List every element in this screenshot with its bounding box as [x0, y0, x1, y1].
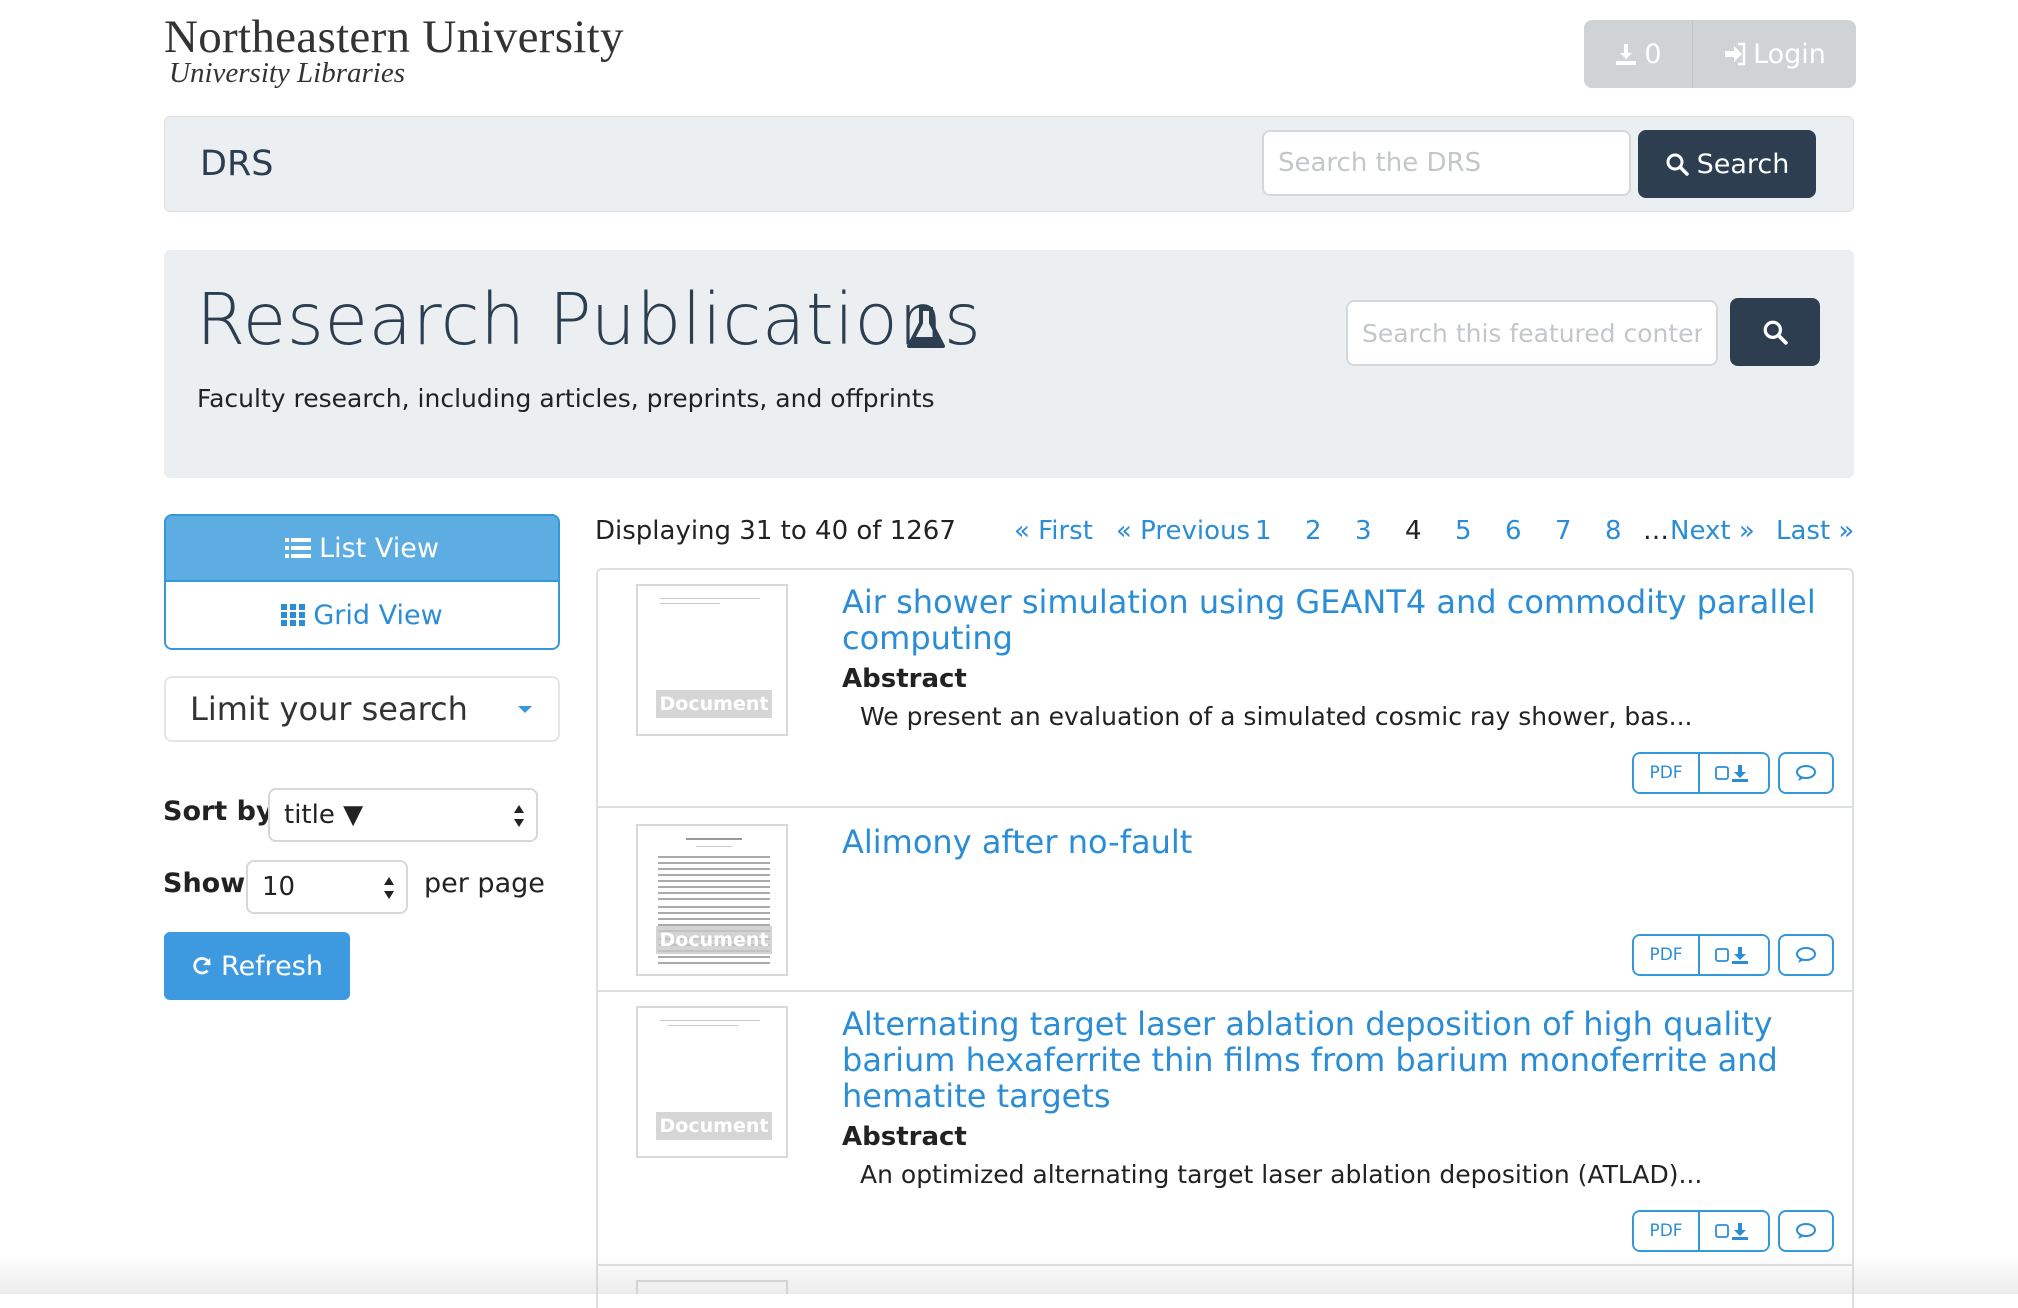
drs-home-link[interactable]: DRS: [200, 144, 274, 184]
grid-icon: [281, 604, 306, 626]
search-icon: [1666, 153, 1689, 176]
list-view-button[interactable]: List View: [164, 514, 560, 582]
refresh-icon: [193, 957, 211, 975]
list-view-label: List View: [319, 532, 439, 564]
limit-search-dropdown[interactable]: Limit your search: [164, 676, 560, 742]
download-queue-button[interactable]: 0: [1584, 20, 1693, 88]
abstract-heading: Abstract: [842, 1122, 967, 1152]
list-icon: [285, 538, 312, 558]
collection-description: Faculty research, including articles, pr…: [197, 384, 935, 413]
add-to-download-button[interactable]: [1700, 754, 1768, 792]
document-label: Document: [656, 926, 772, 954]
abstract-heading: Abstract: [842, 664, 967, 694]
checkbox-download-icon: [1715, 765, 1748, 782]
login-label: Login: [1753, 38, 1826, 70]
featured-search-button[interactable]: [1730, 298, 1820, 366]
pagination-page[interactable]: 7: [1555, 516, 1572, 546]
drs-search-input[interactable]: [1262, 130, 1631, 196]
checkbox-download-icon: [1715, 947, 1748, 964]
pagination-page[interactable]: 1: [1255, 516, 1272, 546]
checkbox-download-icon: [1715, 1223, 1748, 1240]
pagination-first[interactable]: « First: [1014, 516, 1093, 546]
featured-search-input[interactable]: [1346, 300, 1718, 366]
login-button[interactable]: Login: [1693, 20, 1856, 88]
results-count: Displaying 31 to 40 of 1267: [595, 516, 956, 546]
comment-icon: [1796, 1223, 1816, 1239]
grid-view-label: Grid View: [313, 599, 443, 631]
comment-button[interactable]: [1778, 934, 1834, 976]
university-name[interactable]: Northeastern University: [164, 10, 624, 64]
per-page-label: per page: [424, 868, 545, 899]
chevron-down-icon: [518, 706, 532, 713]
download-group: PDF: [1632, 1210, 1770, 1252]
bottom-shadow: [0, 1254, 2018, 1294]
select-arrows-icon: [514, 805, 524, 827]
comment-icon: [1796, 765, 1816, 781]
comment-button[interactable]: [1778, 1210, 1834, 1252]
per-page-select[interactable]: 10: [246, 860, 408, 914]
pagination-next[interactable]: Next »: [1670, 516, 1755, 546]
flask-icon: [907, 307, 945, 348]
pagination-previous[interactable]: « Previous: [1116, 516, 1250, 546]
pdf-button[interactable]: PDF: [1634, 936, 1700, 974]
pdf-button[interactable]: PDF: [1634, 1212, 1700, 1250]
result-actions: PDF: [1632, 934, 1834, 976]
pagination-page[interactable]: 5: [1455, 516, 1472, 546]
refresh-label: Refresh: [221, 950, 323, 982]
user-toolbar: 0 Login: [1584, 20, 1856, 88]
add-to-download-button[interactable]: [1700, 1212, 1768, 1250]
pagination-current-page: 4: [1405, 516, 1422, 546]
download-group: PDF: [1632, 752, 1770, 794]
pagination-page[interactable]: 3: [1355, 516, 1372, 546]
pagination-page[interactable]: 6: [1505, 516, 1522, 546]
download-count: 0: [1644, 38, 1662, 70]
download-icon: [1616, 44, 1637, 65]
comment-button[interactable]: [1778, 752, 1834, 794]
result-thumbnail[interactable]: Document: [636, 1006, 788, 1158]
comment-icon: [1796, 947, 1816, 963]
drs-search-label: Search: [1696, 148, 1790, 180]
row-divider: [598, 990, 1852, 992]
limit-search-label: Limit your search: [190, 690, 468, 728]
grid-view-button[interactable]: Grid View: [164, 580, 560, 650]
result-actions: PDF: [1632, 752, 1834, 794]
result-title-link[interactable]: Alternating target laser ablation deposi…: [842, 1006, 1842, 1114]
pdf-button[interactable]: PDF: [1634, 754, 1700, 792]
search-icon: [1763, 320, 1788, 345]
pagination-ellipsis: …: [1643, 516, 1669, 546]
result-thumbnail[interactable]: Document: [636, 584, 788, 736]
pagination-page[interactable]: 2: [1305, 516, 1322, 546]
show-label: Show: [163, 868, 246, 899]
drs-search-button[interactable]: Search: [1638, 130, 1816, 198]
result-title-link[interactable]: Air shower simulation using GEANT4 and c…: [842, 584, 1842, 656]
add-to-download-button[interactable]: [1700, 936, 1768, 974]
per-page-value: 10: [262, 872, 296, 902]
abstract-text: We present an evaluation of a simulated …: [860, 702, 1693, 731]
sort-value: title ▼: [284, 800, 364, 830]
sort-select[interactable]: title ▼: [268, 788, 538, 842]
document-label: Document: [656, 1112, 772, 1140]
sort-by-label: Sort by: [163, 796, 274, 827]
download-group: PDF: [1632, 934, 1770, 976]
pagination-last[interactable]: Last »: [1776, 516, 1854, 546]
result-title-link[interactable]: Alimony after no-fault: [842, 824, 1842, 860]
abstract-text: An optimized alternating target laser ab…: [860, 1160, 1703, 1189]
row-divider: [598, 806, 1852, 808]
pagination-page[interactable]: 8: [1605, 516, 1622, 546]
result-actions: PDF: [1632, 1210, 1834, 1252]
login-icon: [1725, 42, 1746, 66]
collection-title: Research Publications: [196, 278, 982, 361]
libraries-name[interactable]: University Libraries: [169, 57, 405, 90]
result-thumbnail[interactable]: Document: [636, 824, 788, 976]
document-label: Document: [656, 690, 772, 718]
refresh-button[interactable]: Refresh: [164, 932, 350, 1000]
select-arrows-icon: [384, 877, 394, 899]
